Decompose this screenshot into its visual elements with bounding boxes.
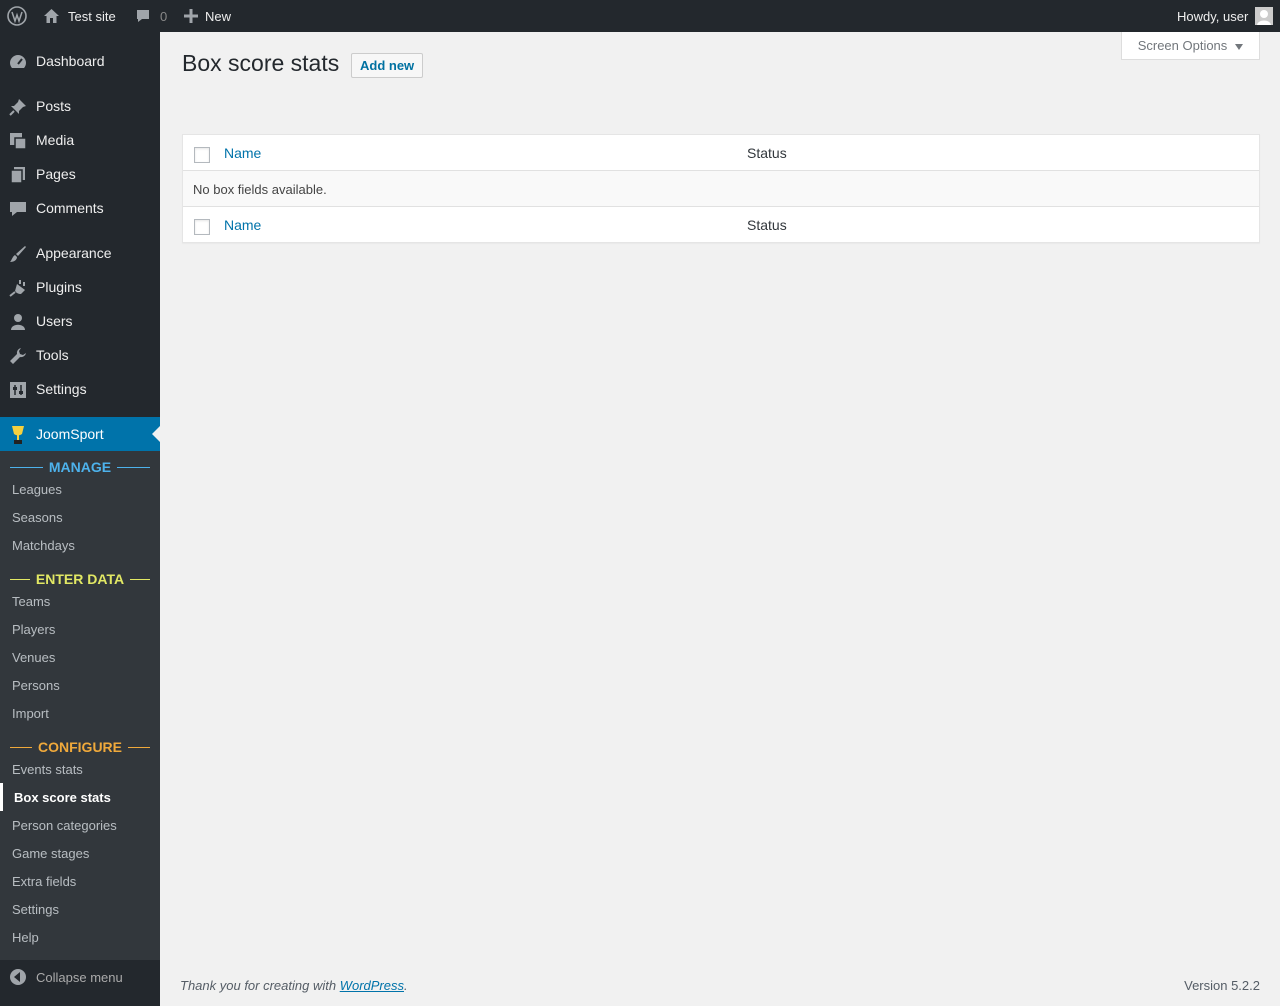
site-home-link[interactable]: Test site bbox=[43, 0, 116, 32]
column-status-header: Status bbox=[747, 145, 787, 161]
caret-down-icon bbox=[1235, 38, 1244, 53]
submenu-item-players[interactable]: Players bbox=[0, 615, 160, 643]
greeting: Howdy, user bbox=[1177, 8, 1249, 24]
table-footer-row: Name Status bbox=[183, 206, 1259, 242]
comment-icon bbox=[9, 200, 27, 218]
screen-options-button[interactable]: Screen Options bbox=[1121, 32, 1260, 60]
submenu-item-leagues[interactable]: Leagues bbox=[0, 475, 160, 503]
new-label: New bbox=[205, 8, 232, 24]
menu-appearance[interactable]: Appearance bbox=[0, 236, 160, 270]
submenu-item-person-categories[interactable]: Person categories bbox=[0, 811, 160, 839]
submenu-item-game-stages[interactable]: Game stages bbox=[0, 839, 160, 867]
collapse-label: Collapse menu bbox=[36, 969, 123, 985]
collapse-icon bbox=[9, 968, 27, 989]
brush-icon bbox=[9, 245, 27, 263]
table-header-row: Name Status bbox=[183, 135, 1259, 171]
box-fields-table: Name Status No box fields available. Nam… bbox=[182, 134, 1260, 243]
page-title: Box score stats bbox=[182, 50, 340, 76]
collapse-menu-button[interactable]: Collapse menu bbox=[0, 960, 160, 994]
menu-label: Settings bbox=[36, 381, 87, 397]
column-name-footer[interactable]: Name bbox=[224, 217, 261, 233]
menu-plugins[interactable]: Plugins bbox=[0, 270, 160, 304]
menu-posts[interactable]: Posts bbox=[0, 89, 160, 123]
submenu-item-box-score-stats[interactable]: Box score stats bbox=[0, 783, 160, 811]
comments-link[interactable]: 0 bbox=[135, 0, 167, 32]
menu-comments[interactable]: Comments bbox=[0, 191, 160, 225]
footer-thanks: Thank you for creating with WordPress. bbox=[180, 978, 408, 993]
avatar bbox=[1255, 7, 1274, 25]
user-icon bbox=[9, 313, 27, 331]
submenu-item-extra-fields[interactable]: Extra fields bbox=[0, 867, 160, 895]
submenu-item-seasons[interactable]: Seasons bbox=[0, 503, 160, 531]
comments-count: 0 bbox=[160, 8, 168, 24]
add-new-button[interactable]: Add new bbox=[351, 53, 424, 78]
configure-heading: CONFIGURE bbox=[10, 737, 150, 757]
screen-options-label: Screen Options bbox=[1137, 38, 1228, 53]
wordpress-link[interactable]: WordPress bbox=[340, 978, 404, 993]
submenu-item-events-stats[interactable]: Events stats bbox=[0, 755, 160, 783]
enter-data-heading: ENTER DATA bbox=[10, 569, 150, 589]
menu-dashboard[interactable]: Dashboard bbox=[0, 44, 160, 78]
wrench-icon bbox=[9, 347, 27, 365]
menu-label: Plugins bbox=[36, 279, 82, 295]
menu-label: Comments bbox=[36, 200, 104, 216]
menu-label: Users bbox=[36, 313, 73, 329]
admin-bar: Test site 0 New Howdy, user bbox=[0, 0, 1280, 32]
site-name: Test site bbox=[68, 8, 116, 24]
submenu-item-import[interactable]: Import bbox=[0, 699, 160, 727]
new-content-link[interactable]: New bbox=[184, 0, 231, 32]
select-all-checkbox[interactable] bbox=[194, 147, 210, 163]
footer-thanks-suffix: . bbox=[404, 978, 408, 993]
table-row: No box fields available. bbox=[183, 171, 1259, 207]
select-all-checkbox-footer[interactable] bbox=[194, 219, 210, 235]
column-status-footer: Status bbox=[747, 217, 787, 233]
submenu-item-matchdays[interactable]: Matchdays bbox=[0, 531, 160, 559]
menu-label: JoomSport bbox=[36, 426, 104, 442]
my-account-link[interactable]: Howdy, user bbox=[1177, 0, 1274, 32]
menu-joomsport[interactable]: JoomSport bbox=[0, 417, 160, 451]
menu-label: Pages bbox=[36, 166, 76, 182]
submenu-item-venues[interactable]: Venues bbox=[0, 643, 160, 671]
menu-label: Posts bbox=[36, 98, 72, 114]
menu-label: Appearance bbox=[36, 245, 112, 261]
menu-media[interactable]: Media bbox=[0, 123, 160, 157]
comment-icon bbox=[135, 8, 151, 24]
menu-label: Tools bbox=[36, 347, 69, 363]
plug-icon bbox=[9, 279, 27, 297]
footer-version: Version 5.2.2 bbox=[1184, 978, 1260, 993]
home-icon bbox=[43, 8, 60, 24]
menu-tools[interactable]: Tools bbox=[0, 338, 160, 372]
empty-message: No box fields available. bbox=[193, 182, 327, 197]
column-name-header[interactable]: Name bbox=[224, 145, 261, 161]
settings-icon bbox=[9, 381, 27, 399]
menu-label: Dashboard bbox=[36, 53, 105, 69]
plus-icon bbox=[184, 9, 198, 23]
submenu-item-persons[interactable]: Persons bbox=[0, 671, 160, 699]
footer-thanks-text: Thank you for creating with bbox=[180, 978, 340, 993]
wordpress-logo-icon[interactable] bbox=[7, 0, 27, 32]
menu-pages[interactable]: Pages bbox=[0, 157, 160, 191]
submenu-item-help[interactable]: Help bbox=[0, 923, 160, 951]
trophy-icon bbox=[9, 426, 27, 444]
submenu-item-settings[interactable]: Settings bbox=[0, 895, 160, 923]
menu-users[interactable]: Users bbox=[0, 304, 160, 338]
pin-icon bbox=[9, 98, 27, 116]
submenu-item-teams[interactable]: Teams bbox=[0, 587, 160, 615]
menu-label: Media bbox=[36, 132, 75, 148]
admin-sidebar: Dashboard Posts Media Pages Comments App… bbox=[0, 32, 160, 1006]
menu-settings[interactable]: Settings bbox=[0, 372, 160, 406]
pages-icon bbox=[9, 166, 27, 184]
joomsport-submenu: MANAGE Leagues Seasons Matchdays ENTER D… bbox=[0, 451, 160, 960]
dashboard-icon bbox=[9, 53, 27, 71]
media-icon bbox=[9, 132, 27, 150]
manage-heading: MANAGE bbox=[10, 457, 151, 477]
